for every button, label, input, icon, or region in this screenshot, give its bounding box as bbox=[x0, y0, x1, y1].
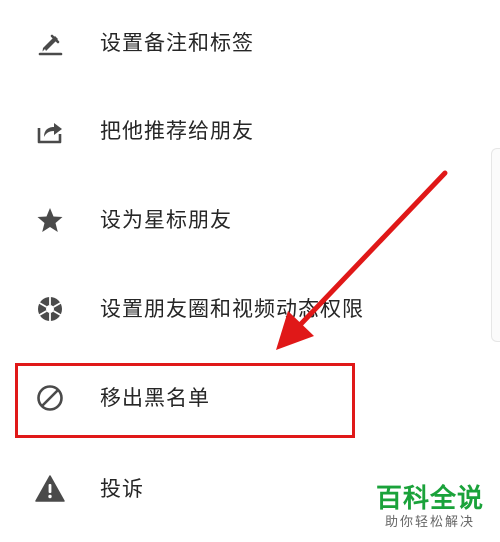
set-star-friend-label: 设为星标朋友 bbox=[100, 208, 232, 232]
watermark-subtitle: 助你轻松解决 bbox=[384, 515, 475, 530]
set-star-friend-item[interactable]: 设为星标朋友 bbox=[0, 175, 500, 265]
report-label: 投诉 bbox=[100, 477, 144, 501]
recommend-to-friend-item[interactable]: 把他推荐给朋友 bbox=[0, 86, 500, 176]
watermark-title: 百科全说 bbox=[375, 484, 484, 514]
recommend-to-friend-label: 把他推荐给朋友 bbox=[100, 119, 254, 143]
aperture-icon bbox=[34, 293, 66, 325]
edit-pencil-icon bbox=[34, 27, 66, 59]
moments-and-video-permission-label: 设置朋友圈和视频动态权限 bbox=[100, 297, 364, 321]
set-remark-and-tags-item[interactable]: 设置备注和标签 bbox=[0, 0, 500, 88]
share-icon bbox=[34, 115, 66, 147]
warning-icon bbox=[34, 473, 66, 505]
star-icon bbox=[34, 204, 66, 236]
moments-and-video-permission-item[interactable]: 设置朋友圈和视频动态权限 bbox=[0, 264, 500, 354]
scrollbar-edge[interactable] bbox=[491, 148, 500, 342]
set-remark-and-tags-label: 设置备注和标签 bbox=[100, 31, 254, 55]
contact-settings-menu: 设置备注和标签 把他推荐给朋友 设为星标朋友 设置朋友圈和视频动态权限 移出黑名… bbox=[0, 0, 500, 542]
highlight-box bbox=[15, 363, 355, 438]
watermark-logo: 百科全说 助你轻松解决 bbox=[374, 484, 486, 532]
